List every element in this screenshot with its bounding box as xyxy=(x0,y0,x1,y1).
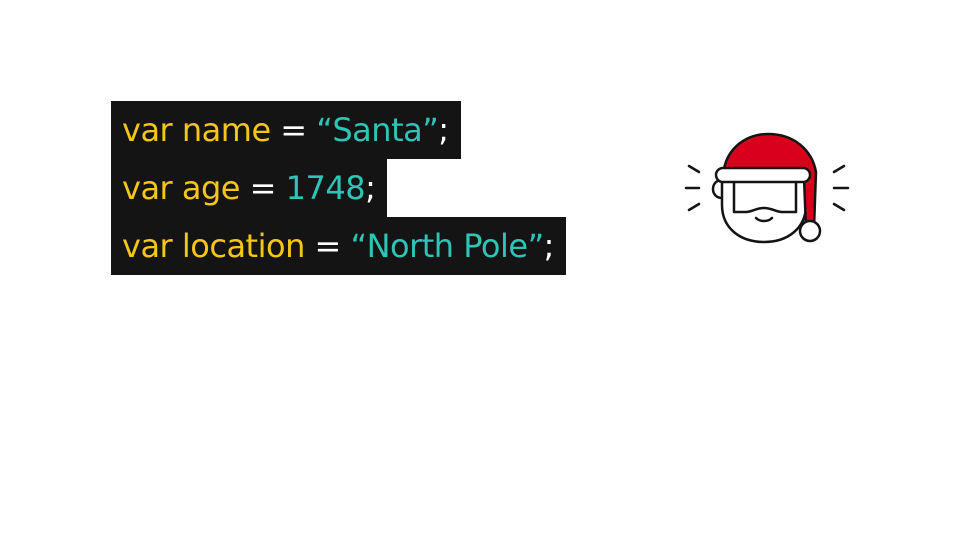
code-line-name: var name = “Santa”; xyxy=(111,101,461,159)
assign-operator: = xyxy=(270,111,317,149)
motion-lines-left-icon xyxy=(684,164,701,212)
value-1748: 1748 xyxy=(285,169,366,207)
hat-brim-icon xyxy=(714,166,812,184)
value-santa: “Santa” xyxy=(316,111,439,149)
semicolon: ; xyxy=(543,227,555,265)
keyword-var-age: var age xyxy=(122,169,240,207)
keyword-var-location: var location xyxy=(122,227,305,265)
semicolon: ; xyxy=(438,111,449,149)
code-line-location: var location = “North Pole”; xyxy=(111,217,566,275)
assign-operator: = xyxy=(304,227,351,265)
pompom-icon xyxy=(798,219,822,243)
assign-operator: = xyxy=(239,169,286,207)
semicolon: ; xyxy=(365,169,376,207)
value-north-pole: “North Pole” xyxy=(350,227,545,265)
santa-icon xyxy=(684,132,850,244)
code-line-age: var age = 1748; xyxy=(111,159,388,217)
motion-lines-right-icon xyxy=(832,164,850,212)
keyword-var-name: var name xyxy=(122,111,271,149)
